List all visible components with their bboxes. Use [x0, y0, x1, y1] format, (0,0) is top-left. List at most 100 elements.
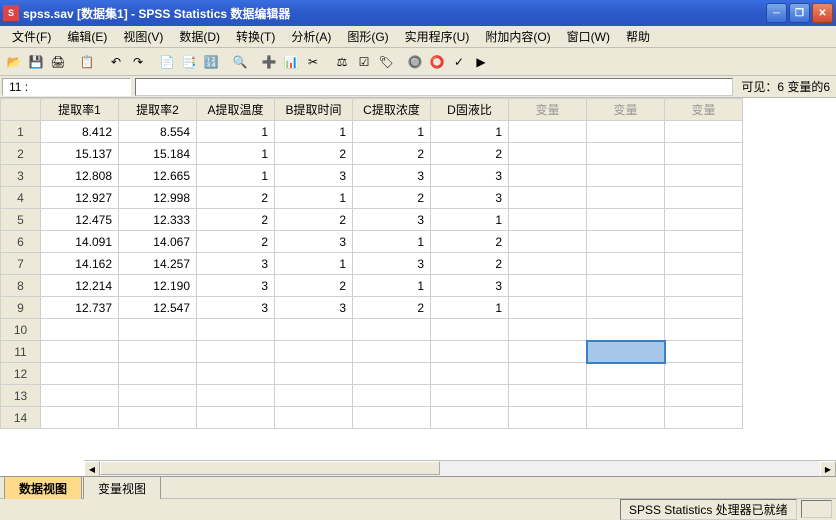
cell[interactable]	[665, 297, 743, 319]
cell[interactable]	[119, 341, 197, 363]
cell[interactable]	[119, 363, 197, 385]
cell[interactable]: 1	[197, 143, 275, 165]
variables-icon[interactable]: 🔢	[201, 52, 221, 72]
cell[interactable]	[665, 407, 743, 429]
column-header[interactable]: 提取率2	[119, 99, 197, 121]
row-header[interactable]: 2	[1, 143, 41, 165]
cell[interactable]: 12.737	[41, 297, 119, 319]
menu-transform[interactable]: 转换(T)	[228, 26, 283, 47]
cell[interactable]: 12.808	[41, 165, 119, 187]
cell[interactable]	[587, 231, 665, 253]
cell[interactable]	[353, 363, 431, 385]
cell[interactable]	[587, 363, 665, 385]
row-header[interactable]: 9	[1, 297, 41, 319]
cell[interactable]	[665, 209, 743, 231]
cell[interactable]: 2	[353, 297, 431, 319]
cell[interactable]	[509, 209, 587, 231]
show-all-icon[interactable]: ⭕	[427, 52, 447, 72]
cell[interactable]: 8.412	[41, 121, 119, 143]
cell[interactable]	[353, 319, 431, 341]
cell[interactable]	[275, 319, 353, 341]
cell[interactable]	[587, 319, 665, 341]
goto-var-icon[interactable]: 📑	[179, 52, 199, 72]
row-header[interactable]: 14	[1, 407, 41, 429]
maximize-button[interactable]: ❐	[789, 3, 810, 23]
cell[interactable]	[41, 341, 119, 363]
cell[interactable]	[431, 407, 509, 429]
cell[interactable]: 12.665	[119, 165, 197, 187]
save-icon[interactable]: 💾	[26, 52, 46, 72]
cell[interactable]	[119, 319, 197, 341]
cell[interactable]	[587, 187, 665, 209]
menu-graphs[interactable]: 图形(G)	[339, 26, 396, 47]
column-header[interactable]: C提取浓度	[353, 99, 431, 121]
scroll-thumb[interactable]	[100, 461, 440, 475]
cell[interactable]: 3	[275, 231, 353, 253]
split-file-icon[interactable]: ✂	[303, 52, 323, 72]
scroll-left-icon[interactable]: ◀	[84, 461, 100, 476]
menu-data[interactable]: 数据(D)	[171, 26, 228, 47]
weight-icon[interactable]: ⚖	[332, 52, 352, 72]
cell[interactable]: 14.257	[119, 253, 197, 275]
cell[interactable]	[665, 253, 743, 275]
row-header[interactable]: 4	[1, 187, 41, 209]
cell[interactable]: 14.067	[119, 231, 197, 253]
cell[interactable]	[509, 165, 587, 187]
cell[interactable]: 1	[197, 121, 275, 143]
goto-case-icon[interactable]: 📄	[157, 52, 177, 72]
cell[interactable]	[509, 385, 587, 407]
cell[interactable]: 3	[197, 297, 275, 319]
row-header[interactable]: 1	[1, 121, 41, 143]
cell[interactable]	[431, 341, 509, 363]
cell[interactable]: 1	[353, 275, 431, 297]
row-header[interactable]: 8	[1, 275, 41, 297]
insert-var-icon[interactable]: 📊	[281, 52, 301, 72]
menu-utilities[interactable]: 实用程序(U)	[397, 26, 478, 47]
undo-icon[interactable]: ↶	[106, 52, 126, 72]
cell[interactable]	[587, 121, 665, 143]
column-header[interactable]: 提取率1	[41, 99, 119, 121]
cell[interactable]: 2	[275, 209, 353, 231]
cell[interactable]: 3	[431, 275, 509, 297]
cell[interactable]: 1	[353, 121, 431, 143]
cell[interactable]	[665, 275, 743, 297]
cell[interactable]: 1	[275, 253, 353, 275]
value-labels-icon[interactable]: 🏷	[376, 52, 396, 72]
cell[interactable]	[197, 385, 275, 407]
cell[interactable]	[509, 275, 587, 297]
row-header[interactable]: 5	[1, 209, 41, 231]
cell[interactable]	[509, 319, 587, 341]
menu-edit[interactable]: 编辑(E)	[59, 26, 115, 47]
spell-icon[interactable]: ✓	[449, 52, 469, 72]
cell[interactable]: 12.998	[119, 187, 197, 209]
column-header[interactable]: 变量	[587, 99, 665, 121]
row-header[interactable]: 10	[1, 319, 41, 341]
cell[interactable]: 14.091	[41, 231, 119, 253]
cell[interactable]: 2	[275, 143, 353, 165]
cell[interactable]	[275, 407, 353, 429]
cell[interactable]	[41, 407, 119, 429]
select-cases-icon[interactable]: ☑	[354, 52, 374, 72]
cell[interactable]: 12.333	[119, 209, 197, 231]
cell[interactable]: 3	[353, 253, 431, 275]
cell[interactable]: 3	[197, 275, 275, 297]
cell[interactable]: 2	[197, 187, 275, 209]
cell[interactable]	[197, 319, 275, 341]
cell[interactable]: 12.190	[119, 275, 197, 297]
row-header[interactable]: 12	[1, 363, 41, 385]
cell[interactable]: 2	[431, 253, 509, 275]
cell[interactable]: 3	[275, 165, 353, 187]
menu-window[interactable]: 窗口(W)	[559, 26, 618, 47]
row-header[interactable]: 6	[1, 231, 41, 253]
cell[interactable]	[431, 363, 509, 385]
cell[interactable]: 2	[353, 143, 431, 165]
cell[interactable]	[665, 165, 743, 187]
cell[interactable]: 15.137	[41, 143, 119, 165]
run-icon[interactable]: ▶	[471, 52, 491, 72]
cell[interactable]: 3	[431, 165, 509, 187]
cell[interactable]	[197, 363, 275, 385]
row-header[interactable]: 7	[1, 253, 41, 275]
cell[interactable]: 1	[275, 187, 353, 209]
cell[interactable]: 2	[431, 231, 509, 253]
cell[interactable]	[197, 407, 275, 429]
